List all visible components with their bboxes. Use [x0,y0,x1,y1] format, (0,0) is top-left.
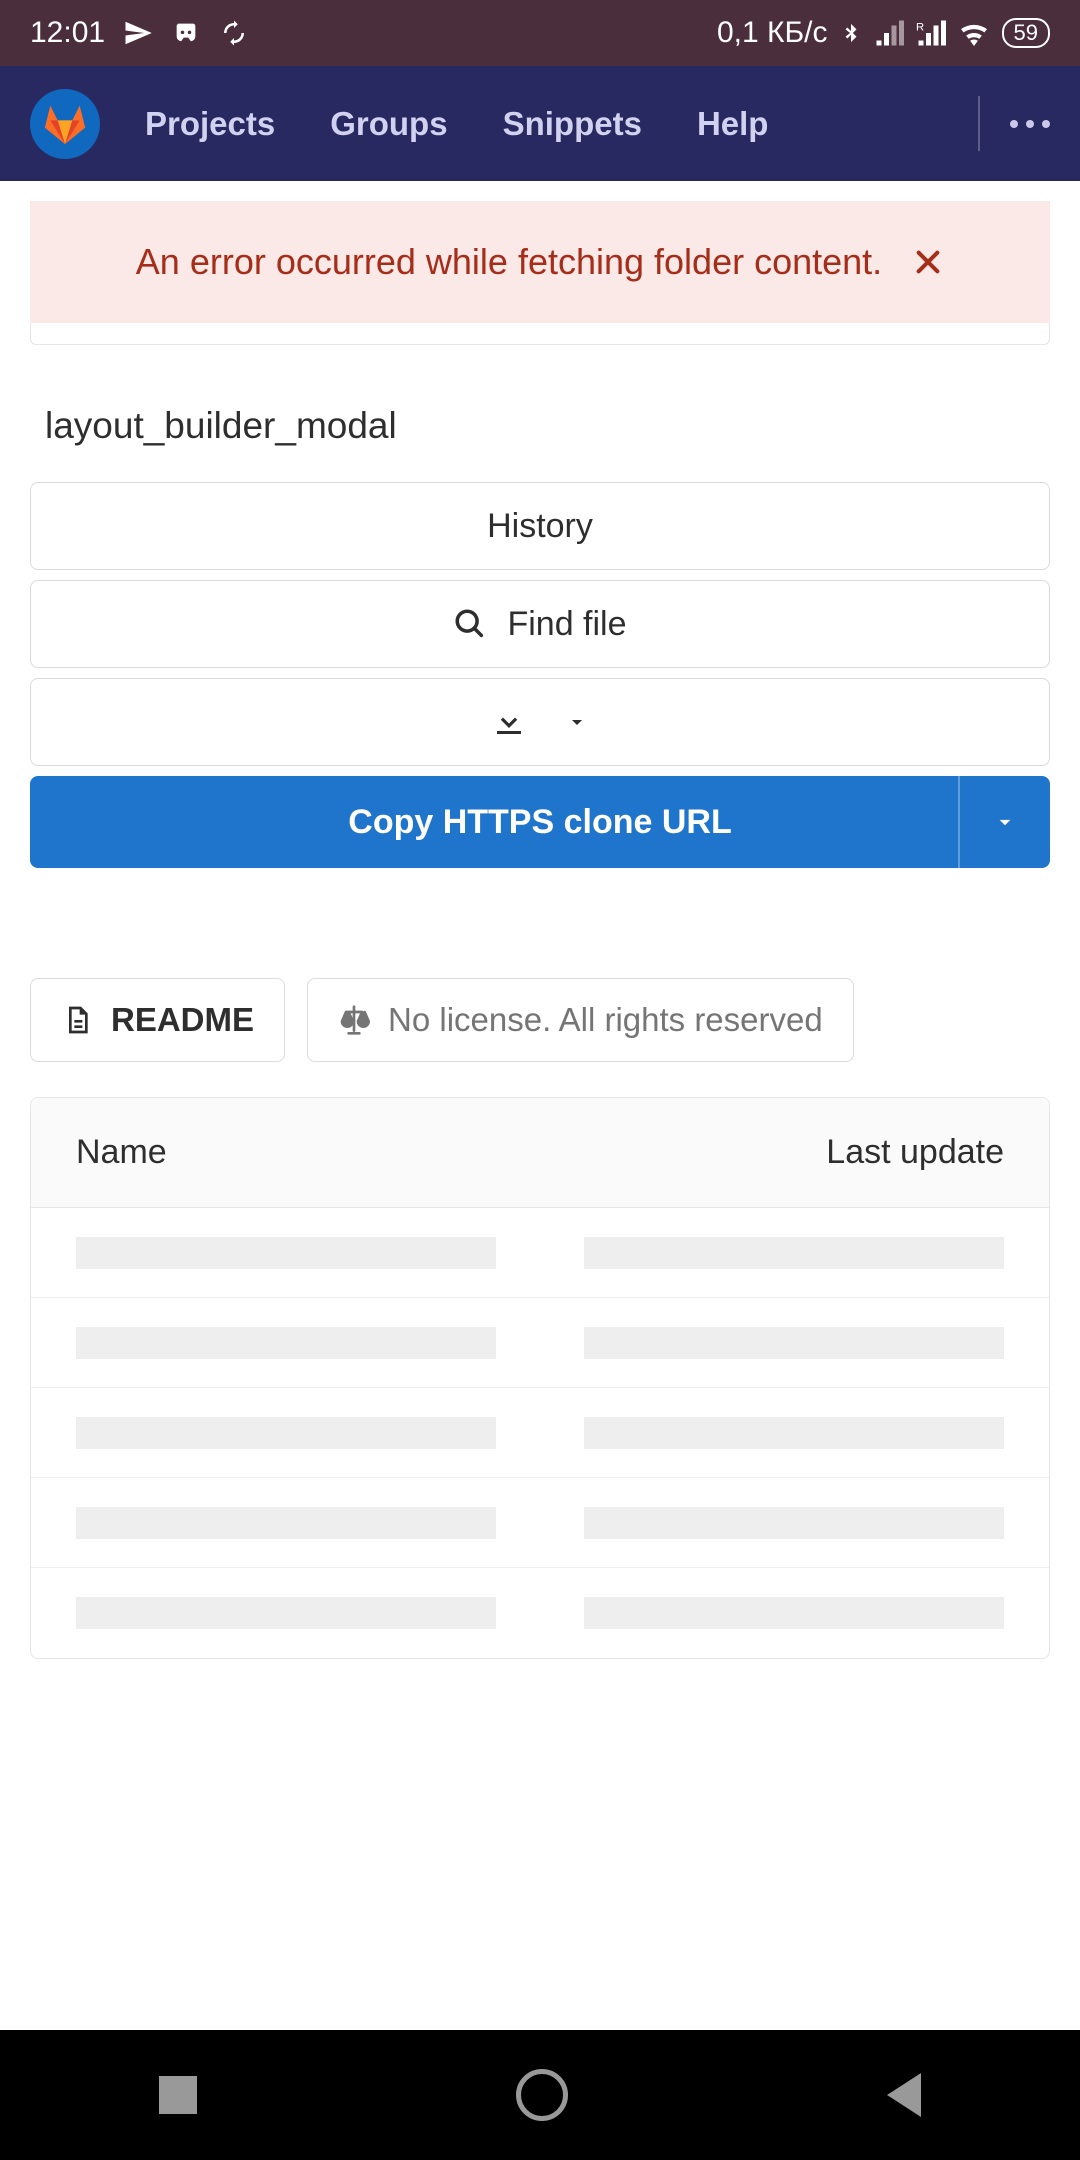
skeleton-loader [584,1507,1004,1539]
find-file-button[interactable]: Find file [30,580,1050,668]
readme-label: README [111,1001,254,1039]
skeleton-loader [584,1597,1004,1629]
table-row [31,1568,1049,1658]
alert-close-icon[interactable] [912,246,944,278]
table-row [31,1478,1049,1568]
app-header: Projects Groups Snippets Help [0,66,1080,181]
copy-clone-url-button[interactable]: Copy HTTPS clone URL [30,776,1050,868]
signal-2-icon: R [916,20,946,46]
skeleton-loader [76,1597,496,1629]
table-row [31,1298,1049,1388]
table-row [31,1388,1049,1478]
search-icon [453,607,487,641]
download-icon [491,704,527,740]
col-name: Name [76,1133,167,1172]
status-time: 12:01 [30,16,105,50]
alert-message: An error occurred while fetching folder … [136,241,882,283]
file-table: Name Last update [30,1097,1050,1659]
balance-scale-icon [338,1004,370,1036]
android-status-bar: 12:01 0,1 КБ/с R 59 [0,0,1080,66]
clone-dropdown-toggle[interactable] [958,776,1050,868]
history-button[interactable]: History [30,482,1050,570]
skeleton-loader [584,1237,1004,1269]
status-data-rate: 0,1 КБ/с [717,16,828,50]
recents-button[interactable] [159,2076,197,2114]
svg-text:R: R [916,22,924,34]
col-updated: Last update [826,1133,1004,1172]
file-icon [61,1004,93,1036]
download-button[interactable] [30,678,1050,766]
skeleton-loader [584,1417,1004,1449]
clone-label: Copy HTTPS clone URL [348,803,731,842]
nav-projects[interactable]: Projects [145,105,275,143]
skeleton-loader [76,1417,496,1449]
wifi-icon [958,20,990,46]
nav-groups[interactable]: Groups [330,105,447,143]
find-file-label: Find file [507,605,626,644]
project-title: layout_builder_modal [45,405,1080,447]
card-remnant [30,323,1050,345]
license-label: No license. All rights reserved [388,1001,823,1039]
bluetooth-icon [840,18,862,48]
readme-button[interactable]: README [30,978,285,1062]
table-row [31,1208,1049,1298]
android-nav-bar [0,2030,1080,2160]
skeleton-loader [76,1237,496,1269]
skeleton-loader [584,1327,1004,1359]
home-button[interactable] [516,2069,568,2121]
chevron-down-icon [565,710,589,734]
telegram-icon [123,18,153,48]
gitlab-logo[interactable] [30,89,100,159]
error-alert: An error occurred while fetching folder … [30,201,1050,323]
nav-snippets[interactable]: Snippets [503,105,642,143]
history-label: History [487,507,593,546]
signal-1-icon [874,20,904,46]
table-header: Name Last update [31,1098,1049,1208]
header-divider [978,96,980,151]
more-menu-icon[interactable] [1010,120,1050,128]
skeleton-loader [76,1507,496,1539]
chevron-down-icon [992,809,1018,835]
license-button[interactable]: No license. All rights reserved [307,978,854,1062]
nav-help[interactable]: Help [697,105,769,143]
skeleton-loader [76,1327,496,1359]
back-button[interactable] [887,2073,921,2117]
discord-icon [171,19,201,47]
sync-icon [219,18,249,48]
battery-indicator: 59 [1002,18,1050,48]
